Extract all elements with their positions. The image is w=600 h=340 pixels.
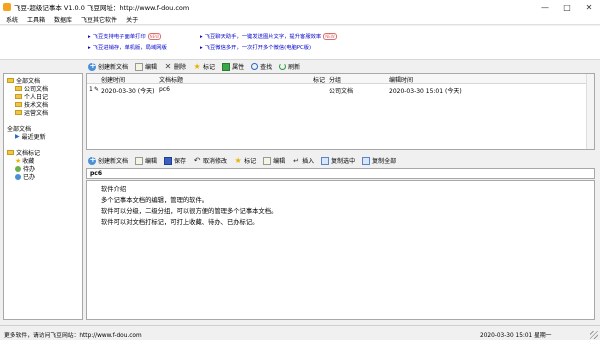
add-icon xyxy=(88,155,96,165)
folder-icon xyxy=(15,102,22,107)
status-website: 更多软件，请访问飞豆网站：http://www.f-dou.com xyxy=(4,333,142,339)
document-grid: 创建时间 文档标题 标记 分组 编辑时间 1 ✎ 2020-03-30 (今天)… xyxy=(86,73,595,150)
create-document-button[interactable]: 创建新文档 xyxy=(88,61,128,71)
menu-toolbox[interactable]: 工具箱 xyxy=(27,15,45,24)
undo-icon: ↶ xyxy=(193,155,201,165)
mark-button[interactable]: ★ 标记 xyxy=(193,62,215,71)
save-button[interactable]: 保存 xyxy=(164,156,186,165)
insert-button[interactable]: ↵ 插入 xyxy=(292,156,314,166)
cell-edited: 2020-03-30 15:01 (今天) xyxy=(389,88,462,95)
todo-icon xyxy=(15,165,21,172)
properties-icon xyxy=(222,62,231,71)
resize-grip-icon[interactable] xyxy=(590,331,598,339)
promo-banner: ▸ 飞豆支持电子面单打印 NEW ▸ 飞豆进销存，单机版，局域网版 ▸ 飞豆聊天助手，一… xyxy=(0,26,600,60)
properties-button[interactable]: 属性 xyxy=(222,62,244,71)
title-bar: 飞豆-超级记事本 V1.0.0 飞豆网址：http://www.f-dou.co… xyxy=(0,0,600,14)
document-title-field[interactable]: pc6 xyxy=(86,168,595,179)
table-row[interactable]: 1 ✎ 2020-03-30 (今天) pc6 公司文档 2020-03-30 … xyxy=(87,85,594,95)
column-group[interactable]: 分组 xyxy=(329,75,341,84)
cell-created: 2020-03-30 (今天) xyxy=(101,88,155,95)
promo-link[interactable]: ▸ 飞豆支持电子面单打印 NEW xyxy=(88,32,162,40)
refresh-button[interactable]: 刷新 xyxy=(279,62,300,71)
row-index: 1 xyxy=(89,86,93,93)
promo-text: 飞豆进销存，单机版，局域网版 xyxy=(92,45,167,51)
delete-button[interactable]: ✕ 删除 xyxy=(164,62,186,71)
edit-icon xyxy=(263,156,272,165)
create-document-button[interactable]: 创建新文档 xyxy=(88,155,128,165)
promo-text: 飞豆微信多开，一次打开多个微信(电脑PC版) xyxy=(204,45,312,51)
cell-title: pc6 xyxy=(159,86,170,93)
promo-text: 飞豆聊天助手，一键发送图片文字，提升客服效率 xyxy=(204,34,322,40)
refresh-icon xyxy=(279,63,287,70)
menu-database[interactable]: 数据库 xyxy=(54,15,72,24)
copy-all-button[interactable]: 复制全部 xyxy=(362,156,396,165)
grid-scrollbar[interactable] xyxy=(586,74,594,149)
column-edited[interactable]: 编辑时间 xyxy=(389,75,413,84)
editor-line: 软件可以对文档打标记，可打上收藏、待办、已办标记。 xyxy=(101,219,259,226)
app-icon xyxy=(3,3,11,11)
tree-item-recent-updates[interactable]: ▶ 最近更新 xyxy=(15,132,46,141)
folder-icon xyxy=(15,110,22,115)
new-badge: NEW xyxy=(147,33,162,40)
grid-header: 创建时间 文档标题 标记 分组 编辑时间 xyxy=(87,74,594,84)
find-button[interactable]: 查找 xyxy=(251,62,272,71)
editor-toolbar: 创建新文档 编辑 保存 ↶取消修改 ★标记 编辑 ↵插入 复制选中 复制全部 xyxy=(88,154,404,167)
search-icon xyxy=(251,63,259,70)
pencil-icon: ✎ xyxy=(94,86,100,93)
folder-icon xyxy=(15,86,22,91)
mark-button[interactable]: ★ 标记 xyxy=(234,156,256,165)
tree-item-ops-docs[interactable]: 运营文档 xyxy=(15,108,48,117)
document-editor[interactable]: 软件介绍 多个记事本文档的编辑，管理的软件。 软件可以分级，二级分组，可以很方便… xyxy=(86,180,595,320)
copy-selection-button[interactable]: 复制选中 xyxy=(321,156,355,165)
cell-group: 公司文档 xyxy=(329,88,354,95)
window-controls: — □ ✕ xyxy=(534,0,600,14)
edit-icon xyxy=(135,156,144,165)
promo-text: 飞豆支持电子面单打印 xyxy=(92,34,146,40)
star-icon: ★ xyxy=(193,61,201,71)
edit-button[interactable]: 编辑 xyxy=(135,62,157,71)
promo-link[interactable]: ▸ 飞豆进销存，单机版，局域网版 xyxy=(88,43,167,51)
menu-bar: 系统 工具箱 数据库 飞豆其它软件 关于 xyxy=(0,14,600,25)
tree-item-done[interactable]: 已办 xyxy=(15,172,35,181)
new-badge: NEW xyxy=(323,33,337,40)
menu-about[interactable]: 关于 xyxy=(126,15,138,24)
promo-link[interactable]: ▸ 飞豆微信多开，一次打开多个微信(电脑PC版) xyxy=(200,43,311,51)
add-icon xyxy=(88,61,96,71)
delete-icon: ✕ xyxy=(164,61,172,71)
menu-system[interactable]: 系统 xyxy=(6,15,18,24)
save-icon xyxy=(164,156,173,165)
editor-line: 软件介绍 xyxy=(101,186,127,193)
menu-other-software[interactable]: 飞豆其它软件 xyxy=(81,15,117,24)
folder-icon xyxy=(15,94,22,99)
copy-icon xyxy=(321,156,330,165)
column-title[interactable]: 文档标题 xyxy=(159,75,183,84)
done-icon xyxy=(15,173,21,180)
column-mark[interactable]: 标记 xyxy=(313,75,325,84)
insert-icon: ↵ xyxy=(293,156,300,165)
copy-icon xyxy=(362,156,371,165)
edit-icon xyxy=(135,62,144,71)
maximize-button[interactable]: □ xyxy=(556,0,578,14)
edit-text-button[interactable]: 编辑 xyxy=(263,156,285,165)
editor-line: 软件可以分级，二级分组，可以很方便的管理多个记事本文档。 xyxy=(101,208,278,215)
star-icon: ★ xyxy=(234,155,242,165)
category-tree: 全部文档 公司文档 个人日记 技术文档 运营文档 全部文档 ▶ 最近更新 文档标记… xyxy=(3,73,83,320)
column-created[interactable]: 创建时间 xyxy=(101,75,125,84)
document-toolbar: 创建新文档 编辑 ✕删除 ★标记 属性 查找 刷新 xyxy=(88,60,308,73)
promo-link[interactable]: ▸ 飞豆聊天助手，一键发送图片文字，提升客服效率 NEW xyxy=(200,32,337,40)
edit-button[interactable]: 编辑 xyxy=(135,156,157,165)
cancel-edit-button[interactable]: ↶ 取消修改 xyxy=(193,156,227,165)
editor-line: 多个记事本文档的编辑，管理的软件。 xyxy=(101,197,209,204)
window-title: 飞豆-超级记事本 V1.0.0 飞豆网址：http://www.f-dou.co… xyxy=(14,4,190,12)
status-bar: 更多软件，请访问飞豆网站：http://www.f-dou.com 2020-0… xyxy=(0,325,600,340)
folder-icon xyxy=(7,150,14,155)
folder-icon xyxy=(7,78,14,83)
triangle-icon: ▶ xyxy=(15,133,20,140)
status-datetime: 2020-03-30 15:01 星期一 xyxy=(480,333,552,339)
close-button[interactable]: ✕ xyxy=(578,0,600,14)
minimize-button[interactable]: — xyxy=(534,0,556,14)
